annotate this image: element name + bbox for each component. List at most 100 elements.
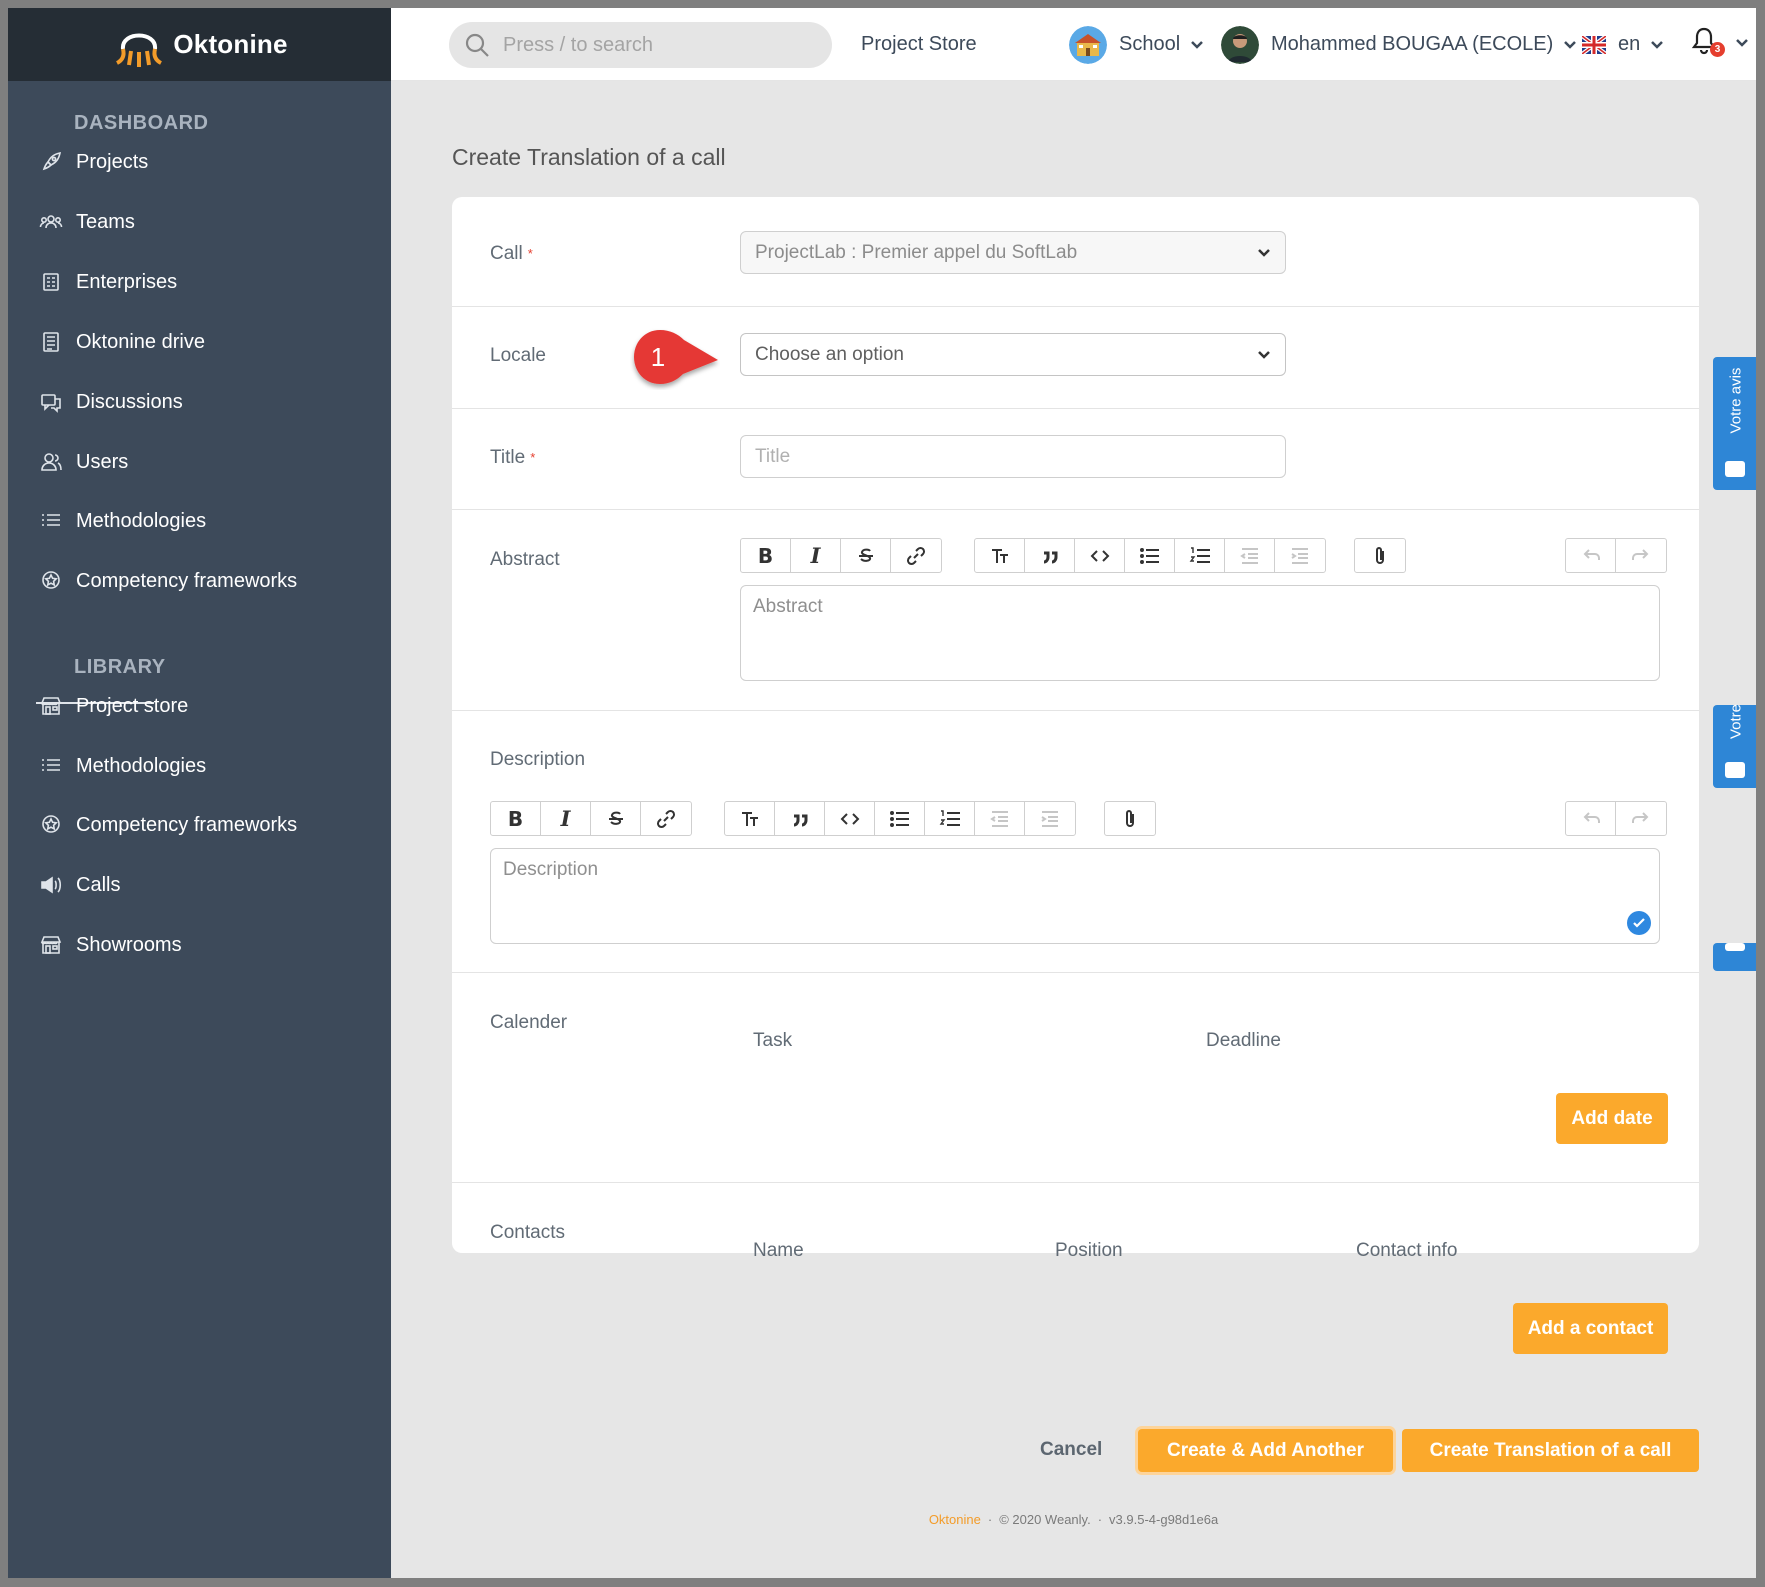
attach-button[interactable] [1105,802,1155,835]
footer-version: v3.9.5-4-g98d1e6a [1109,1512,1219,1527]
sidebar-item-label: Methodologies [76,754,207,777]
sidebar-item-competency-frameworks[interactable]: Competency frameworks [36,561,297,601]
list-icon [42,759,60,771]
abstract-textarea[interactable] [741,586,1659,680]
number-list-button[interactable] [1175,539,1225,572]
heading-button[interactable] [975,539,1025,572]
footer-brand-link[interactable]: Oktonine [929,1512,981,1527]
bullet-list-icon [889,810,909,827]
create-add-another-button[interactable]: Create & Add Another [1138,1429,1393,1472]
number-list-icon [939,809,960,826]
redo-button[interactable] [1616,539,1666,572]
quote-icon [793,814,807,826]
heading-button[interactable] [725,802,775,835]
locale-select[interactable]: Choose an option [740,333,1286,376]
uk-flag-icon [1582,35,1606,54]
add-contact-button[interactable]: Add a contact [1513,1303,1668,1354]
school-label: School [1119,33,1181,55]
undo-button[interactable] [1566,802,1616,835]
call-selected-value: ProjectLab : Premier appel du SoftLab [755,241,1078,263]
step-callout: 1 [634,330,718,384]
users-icon [41,453,62,471]
brand-name: Oktonine [173,29,288,59]
create-translation-button[interactable]: Create Translation of a call [1402,1429,1699,1472]
code-button[interactable] [825,802,875,835]
description-textarea[interactable] [491,849,1659,943]
quote-button[interactable] [775,802,825,835]
code-icon [1090,549,1109,562]
sidebar-item-label: Competency frameworks [76,813,298,836]
feedback-tab-secondary[interactable]: Votre [1713,704,1756,788]
search-input[interactable] [503,33,803,57]
indent-icon [1041,810,1058,827]
grammar-check-icon[interactable] [1627,911,1651,935]
strike-icon [608,811,623,825]
feedback-tab[interactable]: Votre avis [1713,357,1756,490]
notifications-button[interactable]: 3 [1691,26,1748,62]
sidebar-item-discussions[interactable]: Discussions [36,382,183,422]
attach-button[interactable] [1355,539,1405,572]
strike-button[interactable] [591,802,641,835]
link-button[interactable] [641,802,691,835]
search-bar[interactable] [449,22,832,68]
strike-button[interactable] [841,539,891,572]
school-selector[interactable]: School [1069,8,1204,81]
redo-icon [1632,548,1649,560]
redo-icon [1632,811,1649,823]
outdent-button[interactable] [1225,539,1275,572]
heading-icon [991,548,1008,563]
sidebar-item-projects[interactable]: Projects [36,142,148,182]
add-date-button[interactable]: Add date [1556,1093,1668,1144]
italic-button[interactable]: I [541,802,591,835]
brand[interactable]: Oktonine [8,8,391,81]
sidebar-item-label: Teams [76,210,135,233]
feedback-face-icon [1725,762,1745,778]
sidebar-item-users[interactable]: Users [36,442,128,482]
bold-button[interactable]: B [741,539,791,572]
quote-button[interactable] [1025,539,1075,572]
top-bar: Project Store School [391,8,1756,81]
sidebar-item-methodologies[interactable]: Methodologies [36,501,206,541]
callout-number: 1 [651,342,665,372]
abstract-label: Abstract [490,549,560,570]
number-list-button[interactable] [925,802,975,835]
link-button[interactable] [891,539,941,572]
language-selector[interactable]: en [1582,8,1664,81]
sidebar-item-showrooms[interactable]: Showrooms [36,925,182,965]
bold-button[interactable]: B [491,802,541,835]
sidebar-item-enterprises[interactable]: Enterprises [36,262,177,302]
list-icon [42,514,60,526]
description-editor[interactable] [490,848,1660,944]
sidebar-item-oktonine-drive[interactable]: Oktonine drive [36,322,205,362]
sidebar: Oktonine DASHBOARD Projects Teams Enterp… [8,8,391,1578]
sidebar-item-teams[interactable]: Teams [36,202,135,242]
sidebar-item-library-competency-frameworks[interactable]: Competency frameworks [36,805,297,845]
bullet-list-button[interactable] [1125,539,1175,572]
cancel-button[interactable]: Cancel [1040,1428,1102,1472]
bold-icon: B [757,543,774,568]
abstract-editor[interactable] [740,585,1660,681]
italic-button[interactable]: I [791,539,841,572]
indent-button[interactable] [1025,802,1075,835]
description-attach-toolbar [1104,801,1156,836]
project-store-link[interactable]: Project Store [861,8,977,81]
locale-placeholder: Choose an option [755,343,904,365]
number-list-icon [1189,546,1210,563]
school-avatar [1069,25,1107,64]
indent-button[interactable] [1275,539,1325,572]
code-button[interactable] [1075,539,1125,572]
undo-button[interactable] [1566,539,1616,572]
feedback-tab-tertiary[interactable] [1713,943,1756,971]
sidebar-item-project-store[interactable]: Project store [36,686,188,726]
contacts-col-name: Name [753,1240,804,1261]
bullet-list-button[interactable] [875,802,925,835]
rocket-icon [42,151,62,171]
attach-icon [1126,809,1134,827]
sidebar-item-calls[interactable]: Calls [36,865,120,905]
call-select[interactable]: ProjectLab : Premier appel du SoftLab [740,231,1286,274]
outdent-button[interactable] [975,802,1025,835]
redo-button[interactable] [1616,802,1666,835]
sidebar-item-library-methodologies[interactable]: Methodologies [36,746,206,786]
title-input[interactable] [740,435,1286,478]
user-menu[interactable]: Mohammed BOUGAA (ECOLE) [1221,8,1577,81]
